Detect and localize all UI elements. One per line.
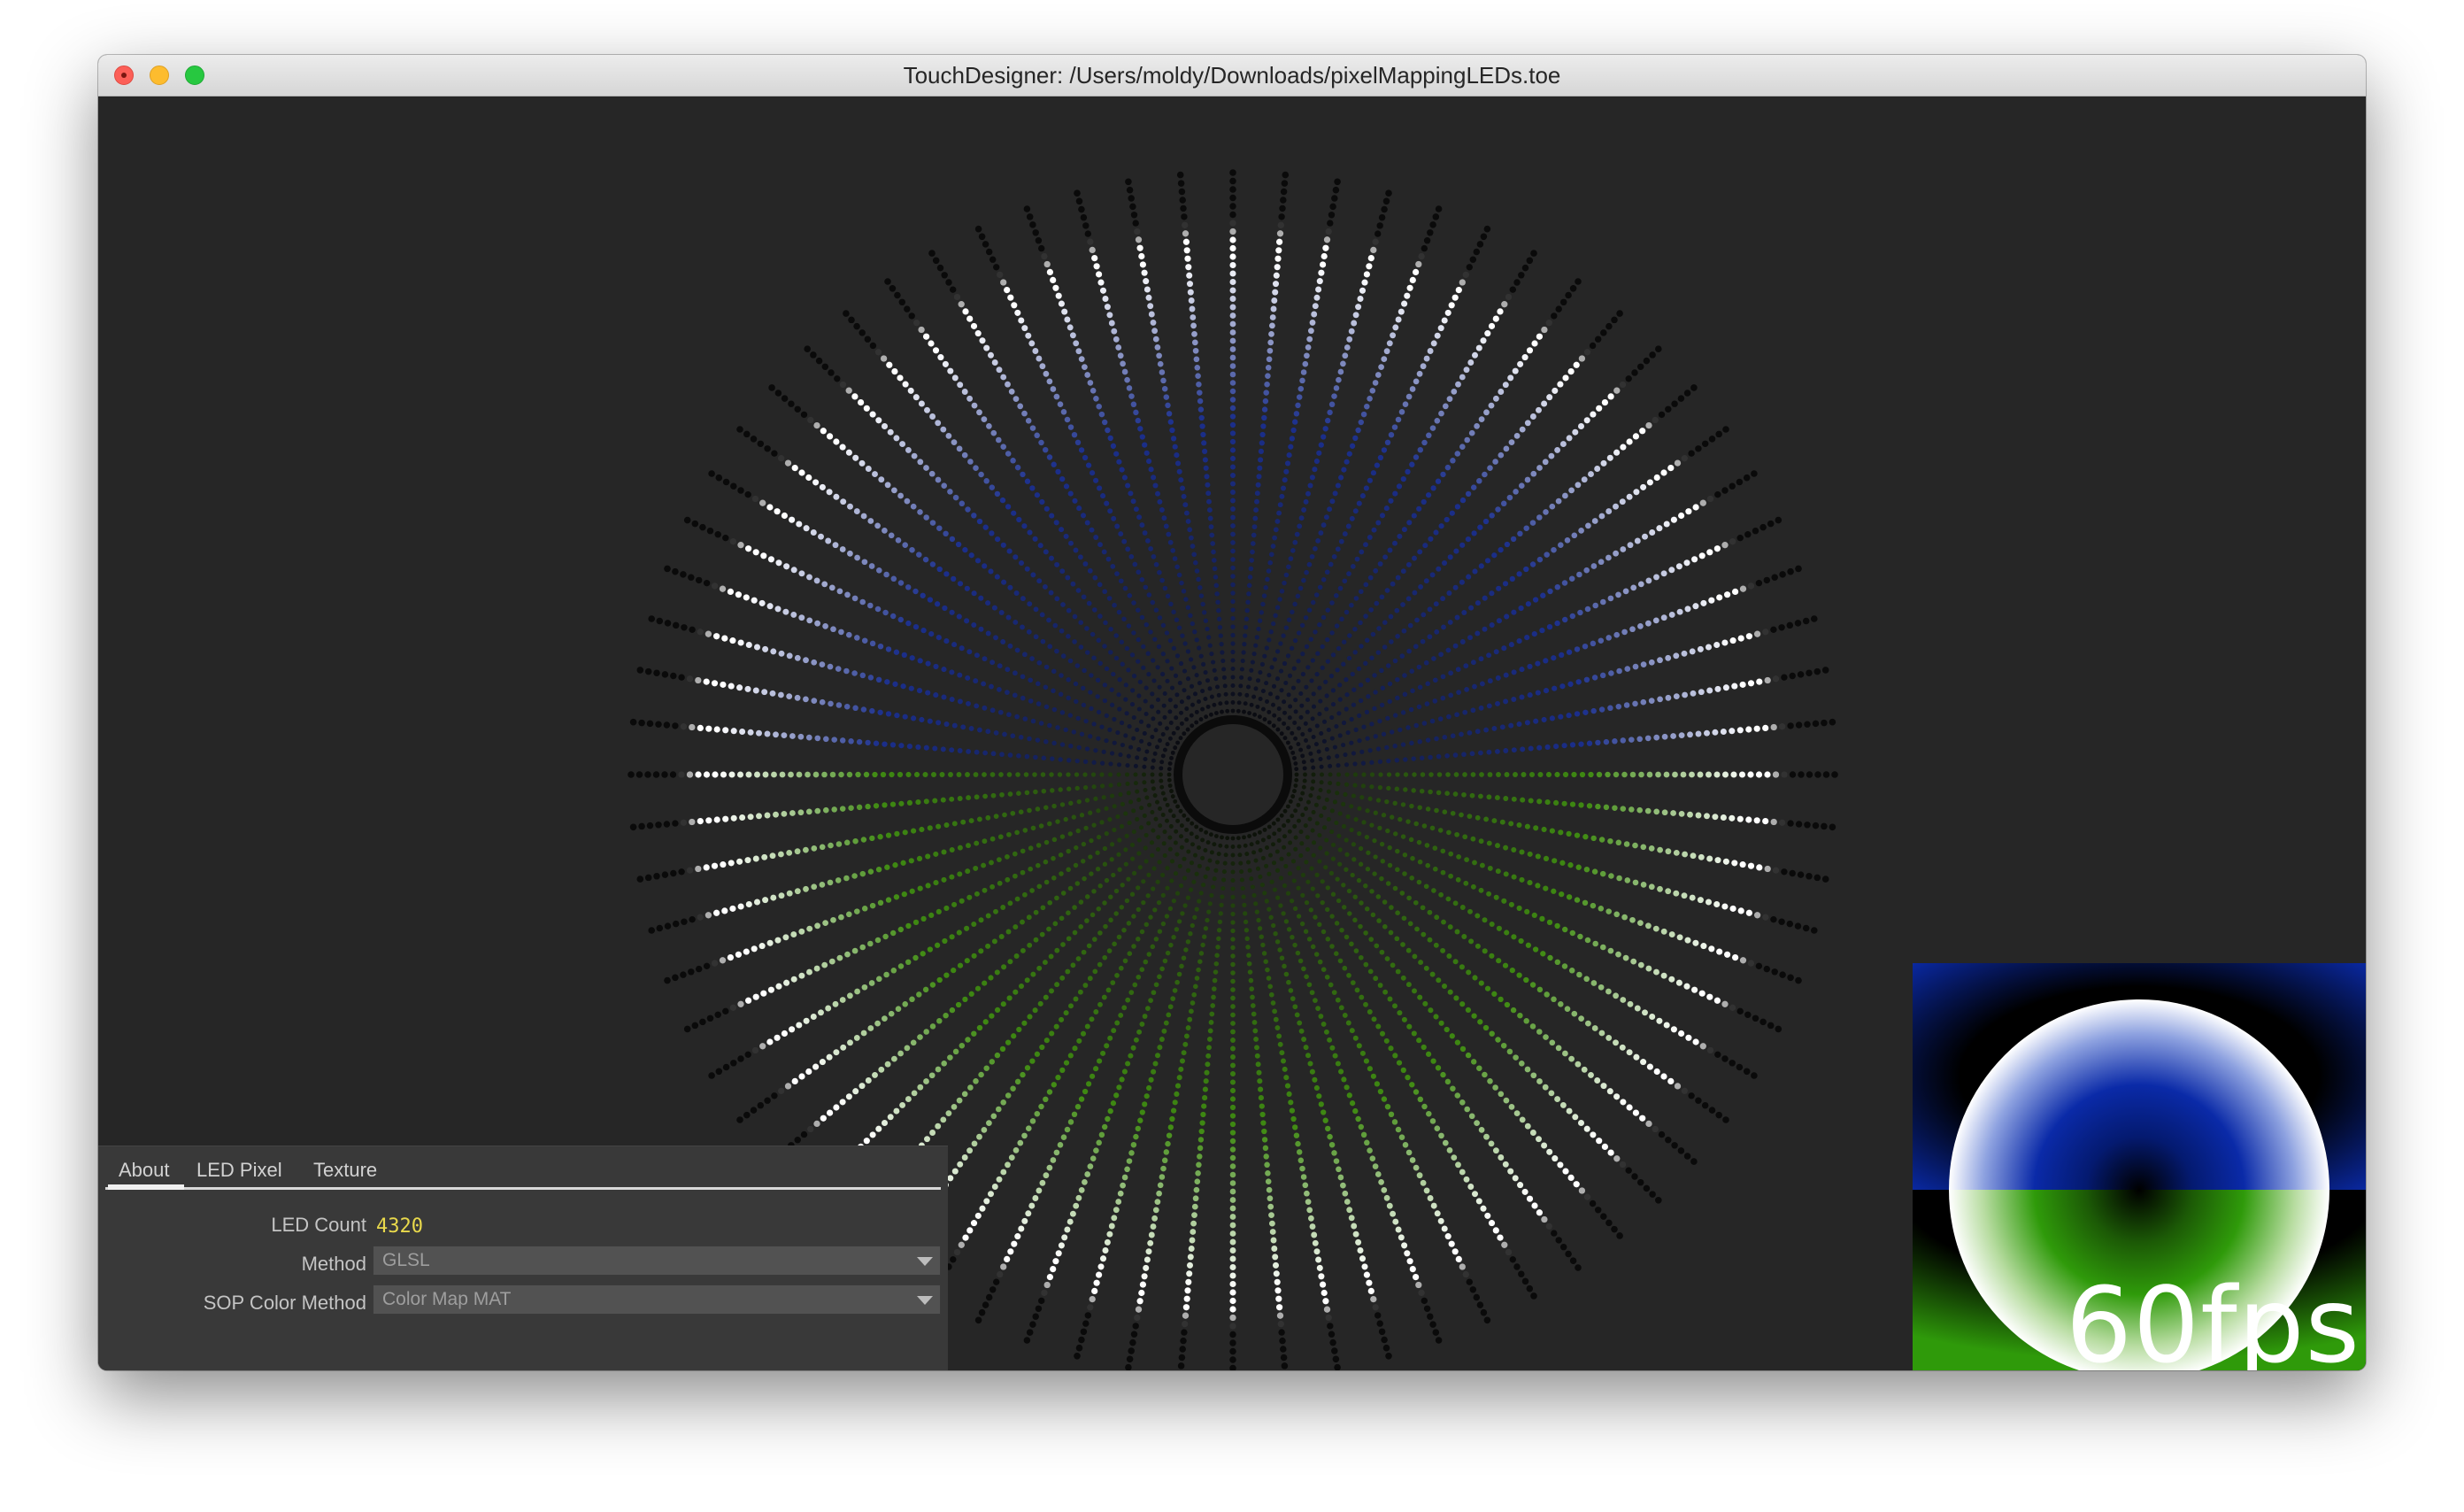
chevron-down-icon	[917, 1296, 933, 1305]
fps-counter: 60fps	[2065, 1264, 2360, 1370]
window-title: TouchDesigner: /Users/moldy/Downloads/pi…	[903, 62, 1561, 89]
center-hub	[1174, 715, 1292, 834]
chevron-down-icon	[917, 1257, 933, 1266]
method-dropdown-value: GLSL	[382, 1250, 430, 1270]
method-label: Method	[301, 1253, 366, 1275]
tab-texture[interactable]: Texture	[313, 1157, 377, 1187]
tab-led-pixel[interactable]: LED Pixel	[196, 1157, 282, 1187]
app-window: TouchDesigner: /Users/moldy/Downloads/pi…	[98, 55, 2366, 1370]
sop-color-method-dropdown-value: Color Map MAT	[382, 1289, 512, 1309]
texture-preview: 60fps	[1913, 963, 2366, 1370]
parameter-tabs: About LED Pixel Texture	[105, 1157, 941, 1190]
led-count-label: LED Count	[271, 1214, 366, 1236]
led-count-value[interactable]: 4320	[376, 1215, 423, 1238]
sop-color-method-label: SOP Color Method	[203, 1292, 366, 1314]
tab-about[interactable]: About	[108, 1157, 183, 1190]
method-dropdown[interactable]: GLSL	[373, 1246, 941, 1276]
render-viewport[interactable]: About LED Pixel Texture LED Count 4320 M…	[98, 96, 2366, 1370]
parameter-panel: About LED Pixel Texture LED Count 4320 M…	[98, 1146, 948, 1370]
title-bar[interactable]: TouchDesigner: /Users/moldy/Downloads/pi…	[98, 55, 2366, 96]
sop-color-method-dropdown[interactable]: Color Map MAT	[373, 1284, 941, 1315]
